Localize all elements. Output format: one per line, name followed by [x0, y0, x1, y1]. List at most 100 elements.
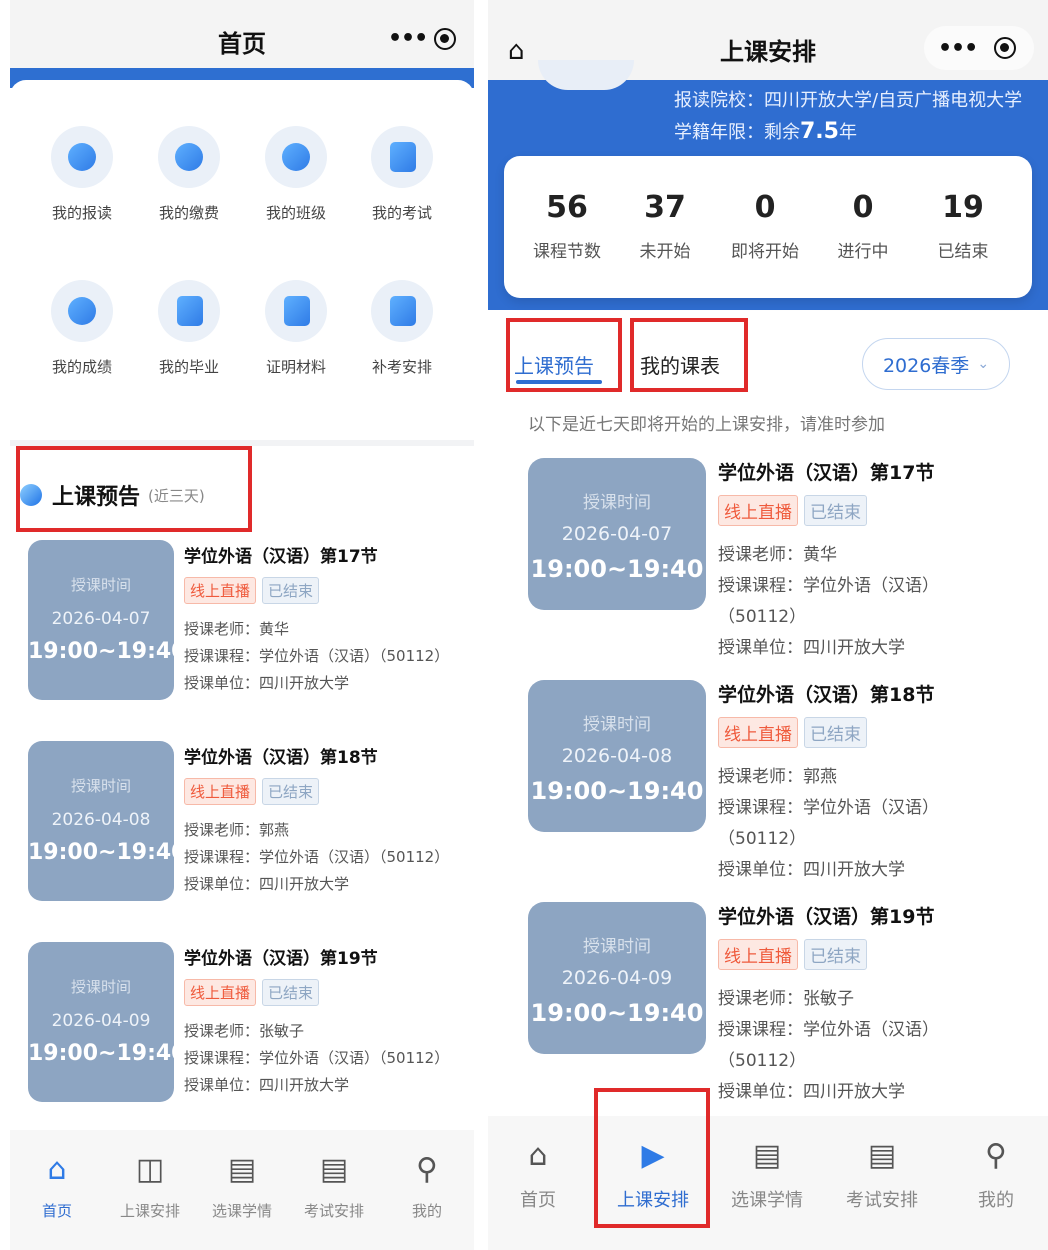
person-icon	[51, 126, 113, 188]
lesson-unit: 授课单位：四川开放大学	[184, 875, 350, 893]
lesson-card[interactable]: 授课时间 2026-04-07 19:00~19:40 学位外语（汉语）第17节…	[28, 540, 474, 702]
lesson-title: 学位外语（汉语）第19节	[184, 949, 378, 969]
course-selection-icon: ▤	[227, 1152, 257, 1187]
time-block: 授课时间 2026-04-08 19:00~19:40	[528, 680, 706, 832]
home-icon: ⌂	[47, 1152, 67, 1187]
live-tag: 线上直播	[718, 495, 798, 526]
lesson-teacher: 授课老师：黄华	[184, 620, 290, 638]
stats-card: 56 课程节数 37 未开始 0 即将开始 0 进行中 19 已结束	[504, 156, 1032, 298]
top-bar: 首页 •••	[10, 0, 474, 72]
live-tag: 线上直播	[184, 577, 257, 604]
makeup-exam-icon	[371, 280, 433, 342]
lesson-teacher: 授课老师：郭燕	[718, 767, 837, 787]
lesson-title: 学位外语（汉语）第19节	[718, 906, 935, 928]
tab-exam-schedule[interactable]: ▤ 考试安排	[289, 1152, 379, 1221]
tab-home[interactable]: ⌂ 首页	[12, 1152, 102, 1221]
mini-program-capsule: •••	[924, 26, 1034, 70]
time-block: 授课时间 2026-04-09 19:00~19:40	[28, 942, 187, 1102]
highlight-box	[16, 446, 252, 532]
grid-item-my-exam[interactable]: 我的考试	[352, 126, 452, 223]
lesson-info: 学位外语（汉语）第17节 线上直播 已结束 授课老师：黄华 授课课程：学位外语（…	[718, 458, 1018, 658]
live-tag: 线上直播	[718, 939, 798, 970]
more-icon[interactable]: •••	[388, 26, 428, 51]
lesson-course: 授课课程：学位外语（汉语）（50112）	[184, 1049, 450, 1067]
lesson-teacher: 授课老师：黄华	[718, 545, 837, 565]
lesson-course-code: （50112）	[718, 607, 807, 627]
grid-item-makeup-exam[interactable]: 补考安排	[352, 280, 452, 377]
semester-select[interactable]: 2026春季 ⌄	[862, 338, 1010, 390]
more-icon[interactable]: •••	[938, 36, 978, 61]
grid-item-my-class[interactable]: 我的班级	[246, 126, 346, 223]
lesson-card[interactable]: 授课时间 2026-04-09 19:00~19:40 学位外语（汉语）第19节…	[28, 942, 474, 1104]
lesson-teacher: 授课老师：张敏子	[718, 989, 854, 1009]
grid-item-certificates[interactable]: 证明材料	[246, 280, 346, 377]
lesson-title: 学位外语（汉语）第17节	[718, 462, 935, 484]
status-badge: 已结束	[804, 939, 867, 970]
chevron-down-icon: ⌄	[977, 356, 990, 372]
lesson-info: 学位外语（汉语）第19节 线上直播 已结束 授课老师：张敏子 授课课程：学位外语…	[718, 902, 1018, 1102]
highlight-box	[630, 318, 748, 392]
grid-item-my-enrollment[interactable]: 我的报读	[32, 126, 132, 223]
lesson-card[interactable]: 授课时间 2026-04-08 19:00~19:40 学位外语（汉语）第18节…	[528, 680, 1034, 880]
home-screen: 首页 ••• 我的报读 我的缴费 我的班级 我的考试 我的成绩 我的毕业 证明材…	[10, 0, 474, 1250]
grid-item-my-grades[interactable]: 我的成绩	[32, 280, 132, 377]
lesson-card[interactable]: 授课时间 2026-04-07 19:00~19:40 学位外语（汉语）第17节…	[528, 458, 1034, 658]
lesson-unit: 授课单位：四川开放大学	[184, 674, 350, 692]
avatar	[538, 60, 634, 90]
live-tag: 线上直播	[184, 778, 257, 805]
lesson-title: 学位外语（汉语）第18节	[184, 748, 378, 768]
schedule-screen: ⌂ 上课安排 ••• 报读院校：四川开放大学/自贡广播电视大学 学籍年限：剩余7…	[488, 0, 1048, 1250]
stat-upcoming: 0 即将开始	[731, 190, 799, 262]
close-target-icon[interactable]	[994, 37, 1016, 59]
course-selection-icon: ▤	[752, 1138, 782, 1173]
tab-home[interactable]: ⌂ 首页	[488, 1138, 588, 1212]
lesson-card[interactable]: 授课时间 2026-04-08 19:00~19:40 学位外语（汉语）第18节…	[28, 741, 474, 903]
live-tag: 线上直播	[718, 717, 798, 748]
lesson-title: 学位外语（汉语）第17节	[184, 547, 378, 567]
lesson-unit: 授课单位：四川开放大学	[718, 860, 905, 880]
bottom-tab-bar: ⌂ 首页 ◫ 上课安排 ▤ 选课学情 ▤ 考试安排 ⚲ 我的	[10, 1130, 474, 1250]
tab-course-selection[interactable]: ▤ 选课学情	[197, 1152, 287, 1221]
time-block: 授课时间 2026-04-07 19:00~19:40	[528, 458, 706, 610]
function-grid: 我的报读 我的缴费 我的班级 我的考试 我的成绩 我的毕业 证明材料 补考安排	[10, 80, 474, 440]
status-badge: 已结束	[804, 717, 867, 748]
exam-icon	[371, 126, 433, 188]
grid-item-my-graduation[interactable]: 我的毕业	[139, 280, 239, 377]
school-info: 报读院校：四川开放大学/自贡广播电视大学	[674, 90, 1023, 111]
lesson-info: 学位外语（汉语）第18节 线上直播 已结束 授课老师：郭燕 授课课程：学位外语（…	[718, 680, 1018, 880]
years-info: 学籍年限：剩余7.5年	[674, 119, 857, 144]
lesson-course: 授课课程：学位外语（汉语）	[718, 798, 939, 818]
stat-in-progress: 0 进行中	[837, 190, 889, 262]
lesson-course: 授课课程：学位外语（汉语）	[718, 1020, 939, 1040]
lesson-course: 授课课程：学位外语（汉语）	[718, 576, 939, 596]
tab-exam-schedule[interactable]: ▤ 考试安排	[832, 1138, 932, 1212]
bottom-tab-bar: ⌂ 首页 ▶ 上课安排 ▤ 选课学情 ▤ 考试安排 ⚲ 我的	[488, 1116, 1048, 1250]
highlight-box	[506, 318, 622, 392]
exam-schedule-icon: ▤	[867, 1138, 897, 1173]
profile-icon: ⚲	[416, 1152, 438, 1187]
highlight-box	[594, 1088, 710, 1228]
time-block: 授课时间 2026-04-07 19:00~19:40	[28, 540, 187, 700]
lesson-course: 授课课程：学位外语（汉语）（50112）	[184, 848, 450, 866]
close-target-icon[interactable]	[434, 28, 456, 50]
stat-finished: 19 已结束	[937, 190, 989, 262]
tab-profile[interactable]: ⚲ 我的	[946, 1138, 1046, 1212]
lesson-info: 学位外语（汉语）第18节 线上直播 已结束 授课老师：郭燕 授课课程：学位外语（…	[184, 743, 474, 894]
class-icon	[265, 126, 327, 188]
lesson-title: 学位外语（汉语）第18节	[718, 684, 935, 706]
lesson-card[interactable]: 授课时间 2026-04-09 19:00~19:40 学位外语（汉语）第19节…	[528, 902, 1034, 1102]
lesson-info: 学位外语（汉语）第17节 线上直播 已结束 授课老师：黄华 授课课程：学位外语（…	[184, 542, 474, 693]
tab-schedule[interactable]: ◫ 上课安排	[105, 1152, 195, 1221]
tab-course-selection[interactable]: ▤ 选课学情	[717, 1138, 817, 1212]
lesson-course: 授课课程：学位外语（汉语）（50112）	[184, 647, 450, 665]
grid-item-my-payment[interactable]: 我的缴费	[139, 126, 239, 223]
stat-total: 56 课程节数	[533, 190, 601, 262]
lesson-course-code: （50112）	[718, 1051, 807, 1071]
time-block: 授课时间 2026-04-08 19:00~19:40	[28, 741, 187, 901]
lesson-course-code: （50112）	[718, 829, 807, 849]
stat-not-started: 37 未开始	[639, 190, 691, 262]
tab-profile[interactable]: ⚲ 我的	[382, 1152, 472, 1221]
graduation-icon	[158, 280, 220, 342]
lesson-teacher: 授课老师：郭燕	[184, 821, 290, 839]
status-badge: 已结束	[262, 778, 320, 805]
